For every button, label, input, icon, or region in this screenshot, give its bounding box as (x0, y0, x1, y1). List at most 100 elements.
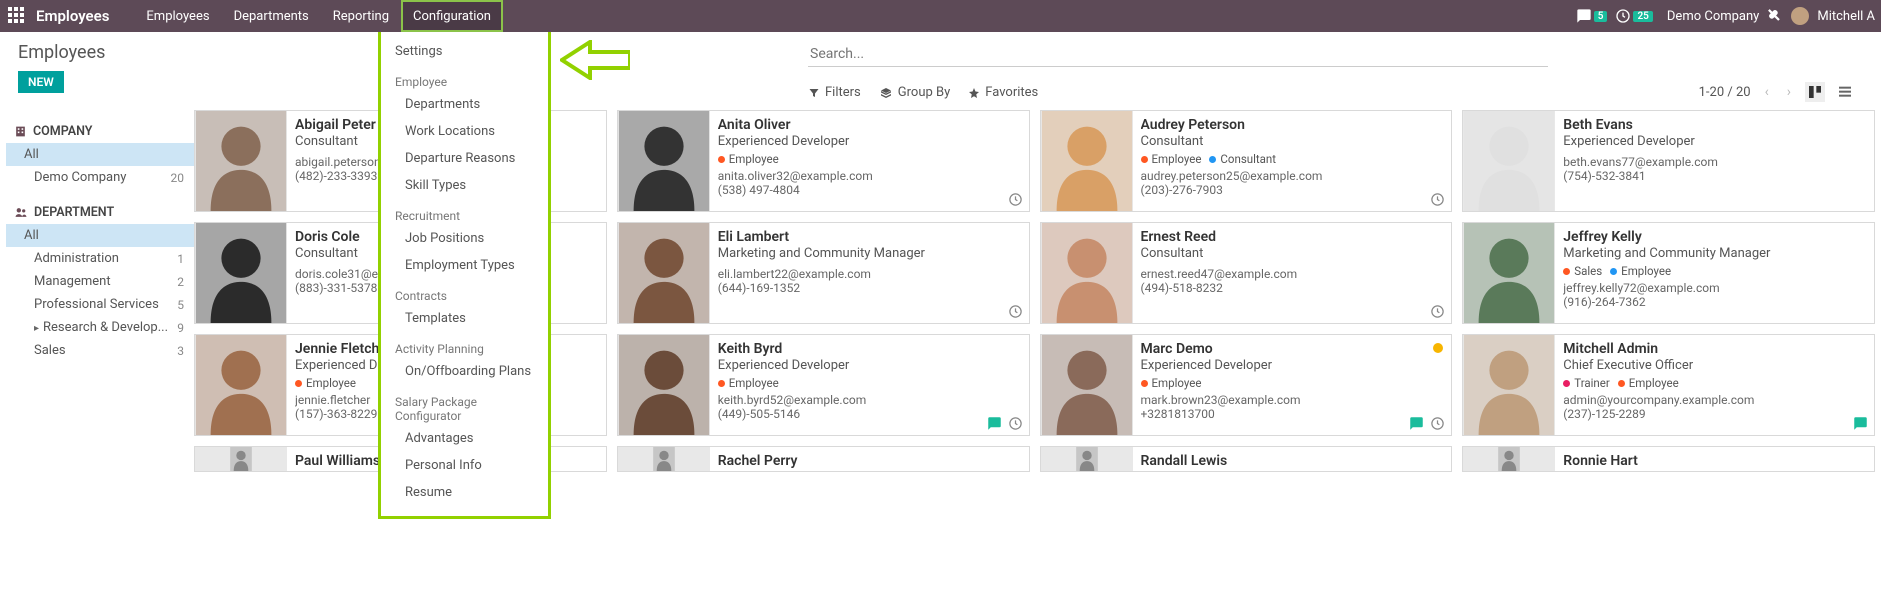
employee-photo (195, 447, 287, 471)
messages-count: 5 (1594, 11, 1608, 22)
employee-tag: Employee (295, 376, 356, 390)
employee-tag: Employee (718, 152, 779, 166)
employee-role: Marketing and Community Manager (718, 246, 1021, 261)
employee-card[interactable]: Randall Lewis (1040, 446, 1453, 472)
config-settings[interactable]: Settings (381, 38, 548, 65)
company-switcher[interactable]: Demo Company (1667, 9, 1759, 24)
config-resume[interactable]: Resume (381, 479, 548, 506)
employee-card[interactable]: Rachel Perry (617, 446, 1030, 472)
employee-tag: Trainer (1563, 376, 1610, 390)
sidebar: COMPANY All Demo Company20 DEPARTMENT Al… (6, 110, 194, 472)
sidebar-dept-professional[interactable]: Professional Services5 (6, 293, 194, 316)
clock-icon (1430, 416, 1445, 431)
config-work-locations[interactable]: Work Locations (381, 118, 548, 145)
employee-role: Experienced Developer (718, 358, 1021, 373)
employee-card[interactable]: Eli Lambert Marketing and Community Mana… (617, 222, 1030, 324)
employee-card[interactable]: Beth Evans Experienced Developer beth.ev… (1462, 110, 1875, 212)
config-job-positions[interactable]: Job Positions (381, 225, 548, 252)
employee-card[interactable]: Audrey Peterson Consultant EmployeeConsu… (1040, 110, 1453, 212)
configuration-dropdown: Settings Employee Departments Work Locat… (378, 32, 551, 519)
employee-card[interactable]: Anita Oliver Experienced Developer Emplo… (617, 110, 1030, 212)
employee-tag: Employee (1618, 376, 1679, 390)
filter-icon (808, 87, 820, 99)
employee-name: Jeffrey Kelly (1563, 229, 1866, 245)
employee-role: Experienced Developer (1563, 134, 1866, 149)
sidebar-company-demo[interactable]: Demo Company20 (6, 166, 194, 189)
employee-email: anita.oliver32@example.com (718, 169, 1021, 183)
config-departments[interactable]: Departments (381, 91, 548, 118)
building-icon (14, 125, 27, 138)
kanban-icon (1807, 84, 1823, 100)
employee-name: Eli Lambert (718, 229, 1021, 245)
sidebar-dept-label: Sales (34, 343, 66, 358)
sidebar-company-all[interactable]: All (6, 143, 194, 166)
sidebar-company-header: COMPANY (14, 124, 194, 139)
new-button[interactable]: NEW (18, 71, 64, 93)
sidebar-dept-all[interactable]: All (6, 224, 194, 247)
employee-photo (1041, 447, 1133, 471)
chat-icon (1576, 8, 1592, 24)
filters-button[interactable]: Filters (808, 85, 861, 100)
sidebar-dept-label: Professional Services (34, 297, 159, 312)
messages-indicator[interactable]: 5 (1576, 8, 1608, 24)
config-onboarding-plans[interactable]: On/Offboarding Plans (381, 358, 548, 385)
employee-phone: +3281813700 (1141, 407, 1444, 421)
sidebar-dept-research[interactable]: ▸Research & Develop...9 (6, 316, 194, 339)
employee-phone: (916)-264-7362 (1563, 295, 1866, 309)
employee-card[interactable]: Jeffrey Kelly Marketing and Community Ma… (1462, 222, 1875, 324)
nav-reporting[interactable]: Reporting (321, 0, 401, 32)
sidebar-company-label: COMPANY (33, 124, 92, 139)
employee-tag: Employee (1141, 152, 1202, 166)
employee-photo (1463, 223, 1555, 323)
apps-icon[interactable] (8, 7, 26, 25)
nav-employees[interactable]: Employees (134, 0, 221, 32)
list-view-button[interactable] (1835, 82, 1855, 102)
favorites-label: Favorites (985, 85, 1038, 100)
nav-departments[interactable]: Departments (222, 0, 321, 32)
sidebar-dept-label: Administration (34, 251, 119, 266)
employee-card[interactable]: Keith Byrd Experienced Developer Employe… (617, 334, 1030, 436)
employee-card[interactable]: Marc Demo Experienced Developer Employee… (1040, 334, 1453, 436)
sidebar-dept-admin[interactable]: Administration1 (6, 247, 194, 270)
employee-card[interactable]: Ernest Reed Consultant ernest.reed47@exa… (1040, 222, 1453, 324)
user-name[interactable]: Mitchell A (1817, 9, 1875, 24)
employee-photo (195, 335, 287, 435)
pager-next[interactable]: › (1783, 84, 1795, 100)
pager-prev[interactable]: ‹ (1761, 84, 1773, 100)
sidebar-dept-count: 9 (177, 321, 184, 335)
sidebar-department-header: DEPARTMENT (14, 205, 194, 220)
favorites-button[interactable]: Favorites (968, 85, 1038, 100)
employee-card[interactable]: Mitchell Admin Chief Executive Officer T… (1462, 334, 1875, 436)
sidebar-dept-sales[interactable]: Sales 3 (6, 339, 194, 362)
search-input[interactable] (808, 42, 1548, 67)
employee-name: Beth Evans (1563, 117, 1866, 133)
sidebar-dept-management[interactable]: Management2 (6, 270, 194, 293)
sidebar-dept-label: Research & Develop... (43, 320, 168, 335)
employee-card[interactable]: Ronnie Hart (1462, 446, 1875, 472)
sidebar-company-demo-count: 20 (171, 171, 185, 185)
clock-icon (1430, 192, 1445, 207)
config-departure-reasons[interactable]: Departure Reasons (381, 145, 548, 172)
config-group-employee: Employee (381, 65, 548, 91)
config-templates[interactable]: Templates (381, 305, 548, 332)
nav-configuration[interactable]: Configuration (401, 0, 503, 32)
groupby-button[interactable]: Group By (879, 85, 951, 100)
sidebar-dept-count: 3 (177, 344, 184, 358)
chat-icon (1853, 416, 1868, 431)
employee-name: Marc Demo (1141, 341, 1444, 357)
employee-tag: Sales (1563, 264, 1602, 278)
config-personal-info[interactable]: Personal Info (381, 452, 548, 479)
filters-label: Filters (825, 85, 861, 100)
kanban-view-button[interactable] (1805, 82, 1825, 102)
config-skill-types[interactable]: Skill Types (381, 172, 548, 199)
tools-icon[interactable] (1767, 8, 1783, 24)
employee-name: Randall Lewis (1141, 453, 1444, 469)
employee-phone: (644)-169-1352 (718, 281, 1021, 295)
config-advantages[interactable]: Advantages (381, 425, 548, 452)
config-employment-types[interactable]: Employment Types (381, 252, 548, 279)
app-brand: Employees (36, 7, 109, 25)
user-avatar[interactable] (1791, 7, 1809, 25)
activities-indicator[interactable]: 25 (1615, 8, 1652, 24)
employee-email: jeffrey.kelly72@example.com (1563, 281, 1866, 295)
employee-role: Consultant (1141, 246, 1444, 261)
